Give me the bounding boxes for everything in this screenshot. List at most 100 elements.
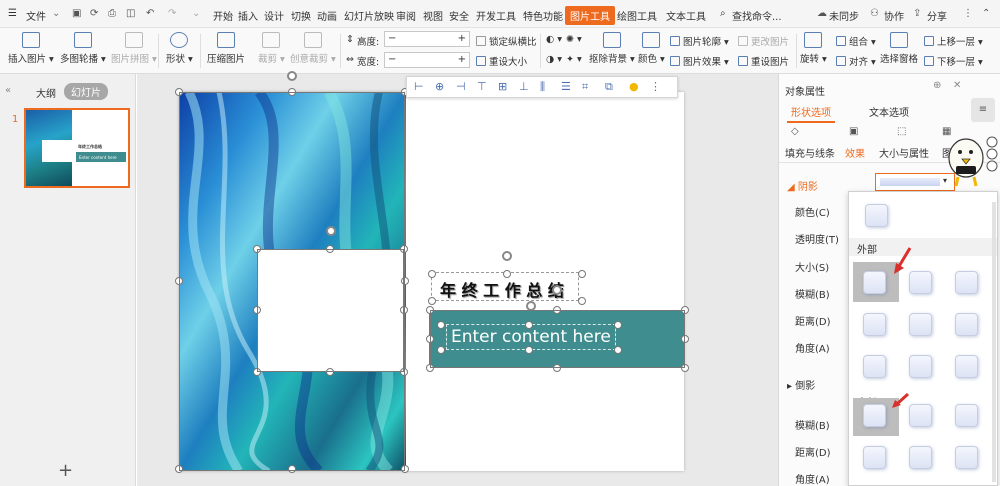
- tab-animation[interactable]: 动画: [317, 8, 337, 23]
- align-top-icon[interactable]: ⊤: [477, 80, 487, 93]
- close-pane-icon[interactable]: ✕: [953, 80, 961, 91]
- outer-shadow-option[interactable]: [909, 313, 932, 336]
- brightness-icon[interactable]: ✺ ▾: [566, 34, 582, 45]
- change-picture-button[interactable]: 更改图片: [738, 34, 789, 48]
- inner-shadow-option[interactable]: [909, 404, 932, 427]
- outer-shadow-option[interactable]: [909, 355, 932, 378]
- collab-button[interactable]: 协作: [884, 8, 904, 23]
- dropdown-icon[interactable]: ⌄: [52, 8, 60, 19]
- tab-drawing-tools[interactable]: 绘图工具: [617, 8, 657, 23]
- align-bottom-icon[interactable]: ⊥: [519, 80, 529, 93]
- tab-outline[interactable]: 大纲: [36, 85, 56, 100]
- tab-transition[interactable]: 切换: [291, 8, 311, 23]
- distribute-vertical-icon[interactable]: ☰: [561, 80, 571, 93]
- collapse-pane-icon[interactable]: «: [5, 85, 11, 96]
- tab-view[interactable]: 视图: [423, 8, 443, 23]
- picture-outline-button[interactable]: 图片轮廓 ▾: [670, 34, 729, 48]
- slide-title[interactable]: 年 终 工 作 总 结: [440, 277, 564, 301]
- resize-handle[interactable]: [428, 297, 436, 305]
- outer-shadow-option[interactable]: [863, 313, 886, 336]
- more-icon[interactable]: ⋮: [963, 8, 973, 19]
- rotate-handle[interactable]: [287, 71, 297, 81]
- resize-handle[interactable]: [578, 297, 586, 305]
- shadow-preset-dropdown[interactable]: ▾: [875, 173, 955, 191]
- reflection-section[interactable]: ▸ 倒影: [787, 377, 815, 392]
- add-slide-icon[interactable]: +: [58, 460, 73, 481]
- multi-picture-button[interactable]: 多图轮播 ▾: [60, 32, 106, 65]
- inner-shadow-option[interactable]: [909, 446, 932, 469]
- tab-shape-options[interactable]: 形状选项: [787, 104, 835, 123]
- search-icon[interactable]: ⌕: [720, 8, 726, 19]
- save-icon[interactable]: ▣: [72, 8, 81, 19]
- tab-text-tools[interactable]: 文本工具: [666, 8, 706, 23]
- tab-security[interactable]: 安全: [449, 8, 469, 23]
- sync-status[interactable]: 未同步: [829, 8, 859, 23]
- tab-insert[interactable]: 插入: [238, 8, 258, 23]
- crop-icon[interactable]: ⌗: [582, 80, 588, 94]
- inner-shadow-option[interactable]: [863, 446, 886, 469]
- search-command[interactable]: 查找命令...: [732, 8, 782, 23]
- bulb-icon[interactable]: ●: [629, 80, 639, 93]
- align-middle-icon[interactable]: ⊞: [498, 80, 507, 93]
- tab-start[interactable]: 开始: [213, 8, 233, 23]
- group-button[interactable]: 组合 ▾: [836, 34, 876, 48]
- rotate-handle[interactable]: [552, 285, 562, 295]
- align-right-icon[interactable]: ⊣: [456, 80, 466, 93]
- resize-handle[interactable]: [578, 270, 586, 278]
- outer-shadow-option[interactable]: [863, 355, 886, 378]
- outer-shadow-option[interactable]: [955, 313, 978, 336]
- undo-icon[interactable]: ↶: [146, 8, 154, 19]
- contrast-icon[interactable]: ◑ ▾: [546, 54, 562, 65]
- color-button[interactable]: 颜色 ▾: [638, 32, 665, 65]
- subtab-fill-line[interactable]: 填充与线条: [785, 145, 835, 160]
- adjust-icon[interactable]: ◐ ▾: [546, 34, 562, 45]
- no-shadow-option[interactable]: [865, 204, 888, 227]
- resize-handle[interactable]: [503, 270, 511, 278]
- settings-icon[interactable]: ≡: [971, 98, 995, 122]
- share-button[interactable]: 分享: [927, 8, 947, 23]
- picture-puzzle-button[interactable]: 图片拼图 ▾: [111, 32, 157, 65]
- inner-shadow-option[interactable]: [955, 404, 978, 427]
- inner-shadow-option[interactable]: [863, 404, 886, 427]
- group-icon[interactable]: ⧉: [605, 80, 613, 94]
- collapse-icon[interactable]: ⌃: [982, 8, 990, 19]
- shape-button[interactable]: 形状 ▾: [166, 32, 193, 65]
- mascot-icon[interactable]: [944, 128, 1000, 190]
- reset-size-button[interactable]: 重设大小: [476, 54, 527, 68]
- sharpen-icon[interactable]: ✦ ▾: [566, 54, 582, 65]
- resize-handle[interactable]: [428, 270, 436, 278]
- inner-shadow-option[interactable]: [955, 446, 978, 469]
- slide-thumbnail[interactable]: 年终工作总结 Enter content here: [24, 108, 130, 188]
- tab-design[interactable]: 设计: [264, 8, 284, 23]
- shadow-section[interactable]: ◢ 阴影: [787, 178, 818, 193]
- height-input[interactable]: − +: [384, 31, 470, 47]
- more-options-icon[interactable]: ⋮: [650, 80, 661, 93]
- bring-forward-button[interactable]: 上移一层 ▾: [924, 34, 983, 48]
- tab-slideshow[interactable]: 幻灯片放映: [344, 8, 394, 23]
- hamburger-icon[interactable]: ☰: [8, 8, 17, 19]
- align-center-icon[interactable]: ⊕: [435, 80, 444, 93]
- crop-button[interactable]: 裁剪 ▾: [258, 32, 285, 65]
- selection-pane-button[interactable]: 选择窗格: [880, 32, 918, 65]
- cloud-icon[interactable]: ⟳: [90, 8, 98, 19]
- outer-shadow-option[interactable]: [955, 355, 978, 378]
- print-icon[interactable]: ⎙: [108, 8, 116, 19]
- reset-picture-button[interactable]: 重设图片: [738, 54, 789, 68]
- distribute-horizontal-icon[interactable]: ⫼: [540, 80, 545, 94]
- lock-ratio-checkbox[interactable]: 锁定纵横比: [476, 34, 537, 48]
- send-backward-button[interactable]: 下移一层 ▾: [924, 54, 983, 68]
- picture-effect-button[interactable]: 图片效果 ▾: [670, 54, 729, 68]
- preview-icon[interactable]: ◫: [126, 8, 135, 19]
- tab-developer[interactable]: 开发工具: [476, 8, 516, 23]
- tab-text-options[interactable]: 文本选项: [869, 104, 909, 119]
- align-button[interactable]: 对齐 ▾: [836, 54, 876, 68]
- file-menu[interactable]: 文件: [26, 8, 46, 23]
- dropdown-icon[interactable]: ⌄: [192, 8, 200, 19]
- redo-icon[interactable]: ↷: [168, 8, 176, 19]
- width-input[interactable]: − +: [384, 52, 470, 68]
- tab-features[interactable]: 特色功能: [523, 8, 563, 23]
- tab-review[interactable]: 审阅: [396, 8, 416, 23]
- creative-crop-button[interactable]: 创意裁剪 ▾: [290, 32, 336, 65]
- subtab-size-properties[interactable]: 大小与属性: [879, 145, 929, 160]
- compress-button[interactable]: 压缩图片: [207, 32, 245, 65]
